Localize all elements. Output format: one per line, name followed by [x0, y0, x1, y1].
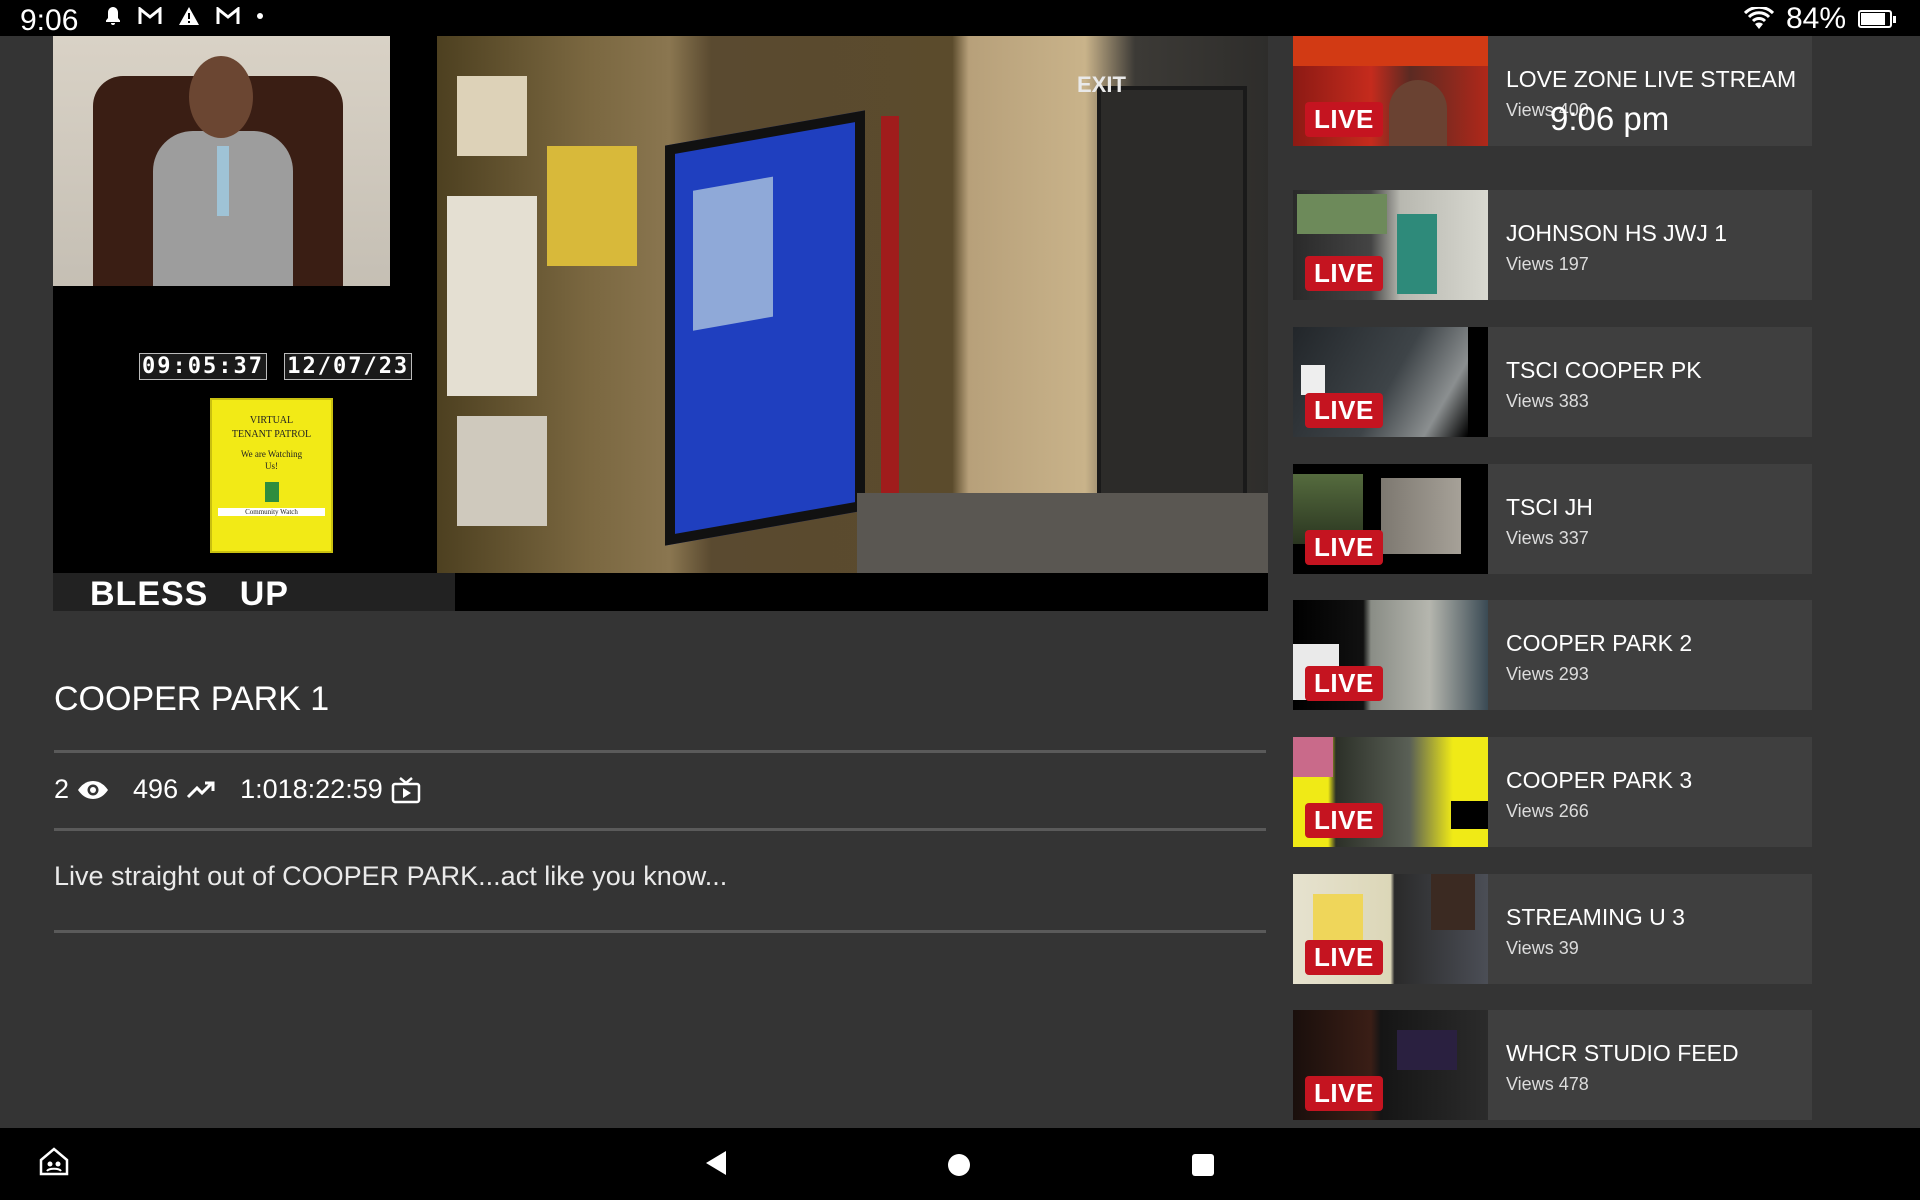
video-stats: 2 496 1:018:22:59: [54, 774, 445, 805]
stream-item-cooper-park-2[interactable]: LIVE COOPER PARK 2 Views 293: [1293, 600, 1812, 710]
camera-timestamp: 09:05:37 12/07/23: [139, 353, 414, 380]
poster-line: Community Watch: [218, 508, 325, 516]
video-description: Live straight out of COOPER PARK...act l…: [54, 861, 728, 891]
live-badge: LIVE: [1305, 940, 1383, 975]
camera-feed: EXIT: [437, 36, 1268, 573]
gmail-icon: [216, 7, 240, 24]
poster-line: VIRTUAL: [249, 415, 294, 426]
wall-monitor: [665, 110, 865, 546]
eye-icon: [78, 780, 109, 799]
gmail-icon: [138, 7, 162, 24]
divider: [54, 750, 1266, 753]
battery-percent: 84%: [1785, 2, 1846, 35]
stream-views: Views 197: [1506, 254, 1589, 274]
stream-title: WHCR STUDIO FEED: [1506, 1040, 1739, 1066]
stream-title: STREAMING U 3: [1506, 904, 1685, 930]
stream-item-whcr-studio[interactable]: LIVE WHCR STUDIO FEED Views 478: [1293, 1010, 1812, 1120]
host-photo: [53, 36, 390, 286]
navigation-bar: [0, 1128, 1920, 1200]
status-time: 9:06: [20, 4, 79, 37]
exit-door: [1097, 86, 1247, 506]
stream-views: Views 383: [1506, 391, 1589, 411]
timestamp-date: 12/07/23: [284, 353, 413, 380]
stream-item-tsci-cooper-pk[interactable]: LIVE TSCI COOPER PK Views 383: [1293, 327, 1812, 437]
stream-views: Views 266: [1506, 801, 1589, 821]
total-views: 496: [133, 774, 179, 804]
stream-views: Views 337: [1506, 528, 1589, 548]
stream-item-johnson-hs[interactable]: LIVE JOHNSON HS JWJ 1 Views 197: [1293, 190, 1812, 300]
stream-title: TSCI COOPER PK: [1506, 357, 1702, 383]
stream-item-cooper-park-3[interactable]: LIVE COOPER PARK 3 Views 266: [1293, 737, 1812, 847]
live-badge: LIVE: [1305, 102, 1383, 137]
stream-list[interactable]: LIVE LOVE ZONE LIVE STREAM Views 400 LIV…: [1293, 36, 1812, 1128]
stream-views: Views 293: [1506, 664, 1589, 684]
poster-line: TENANT PATROL: [231, 429, 312, 440]
badge-icon: [264, 482, 279, 502]
exit-sign: EXIT: [1077, 72, 1126, 97]
stream-title: COOPER PARK 2: [1506, 630, 1693, 656]
ticker-text: BLESS UP: [90, 575, 289, 611]
live-badge: LIVE: [1305, 393, 1383, 428]
divider: [54, 828, 1266, 831]
home-icon: [39, 1147, 69, 1176]
stream-title: TSCI JH: [1506, 494, 1593, 520]
battery-icon: [1858, 10, 1896, 28]
divider: [54, 930, 1266, 933]
stream-item-tsci-jh[interactable]: LIVE TSCI JH Views 337: [1293, 464, 1812, 574]
dot-icon: [257, 13, 263, 19]
stream-title: JOHNSON HS JWJ 1: [1506, 220, 1728, 246]
timestamp-time: 09:05:37: [139, 353, 267, 380]
notification-icons: [104, 6, 264, 26]
nav-back-button[interactable]: [704, 1150, 728, 1181]
stream-title: LOVE ZONE LIVE STREAM: [1506, 66, 1797, 92]
live-badge: LIVE: [1305, 803, 1383, 838]
back-icon: [706, 1151, 726, 1175]
nav-recents-button[interactable]: [1192, 1154, 1214, 1176]
poster-line: Us!: [265, 461, 278, 471]
live-tv-icon: [391, 776, 420, 803]
stream-title: COOPER PARK 3: [1506, 767, 1693, 793]
status-bar: 9:06 84%: [0, 0, 1920, 37]
stream-item-streaming-u-3[interactable]: LIVE STREAMING U 3 Views 39: [1293, 874, 1812, 984]
ticker-bar: BLESS UP: [53, 573, 1268, 611]
stream-duration: 1:018:22:59: [240, 774, 383, 804]
stream-views: Views 478: [1506, 1074, 1589, 1094]
stream-thumbnail: LIVE: [1293, 36, 1488, 146]
warning-icon: [179, 7, 199, 25]
stream-thumbnail: LIVE: [1293, 874, 1488, 984]
live-badge: LIVE: [1305, 666, 1383, 701]
nav-home-button[interactable]: [38, 1146, 70, 1181]
nav-home-circle-button[interactable]: [948, 1154, 970, 1176]
stream-thumbnail: LIVE: [1293, 327, 1488, 437]
stream-views: Views 39: [1506, 938, 1579, 958]
video-title: COOPER PARK 1: [54, 680, 330, 718]
live-badge: LIVE: [1305, 530, 1383, 565]
stream-thumbnail: LIVE: [1293, 1010, 1488, 1120]
video-player[interactable]: EXIT 09:05:37 12/07/23 VIRTUAL TENANT PA…: [53, 36, 1268, 611]
floating-clock: 9:06 pm: [1550, 100, 1670, 137]
live-badge: LIVE: [1305, 1076, 1383, 1111]
tenant-patrol-poster: VIRTUAL TENANT PATROL We are Watching Us…: [210, 398, 333, 553]
stream-thumbnail: LIVE: [1293, 737, 1488, 847]
stream-thumbnail: LIVE: [1293, 600, 1488, 710]
bell-icon: [106, 7, 120, 25]
trending-up-icon: [187, 781, 215, 798]
live-badge: LIVE: [1305, 256, 1383, 291]
watching-count: 2: [54, 774, 70, 804]
wifi-icon: [1743, 7, 1774, 29]
poster-line: We are Watching: [240, 449, 303, 459]
stream-thumbnail: LIVE: [1293, 464, 1488, 574]
stream-thumbnail: LIVE: [1293, 190, 1488, 300]
